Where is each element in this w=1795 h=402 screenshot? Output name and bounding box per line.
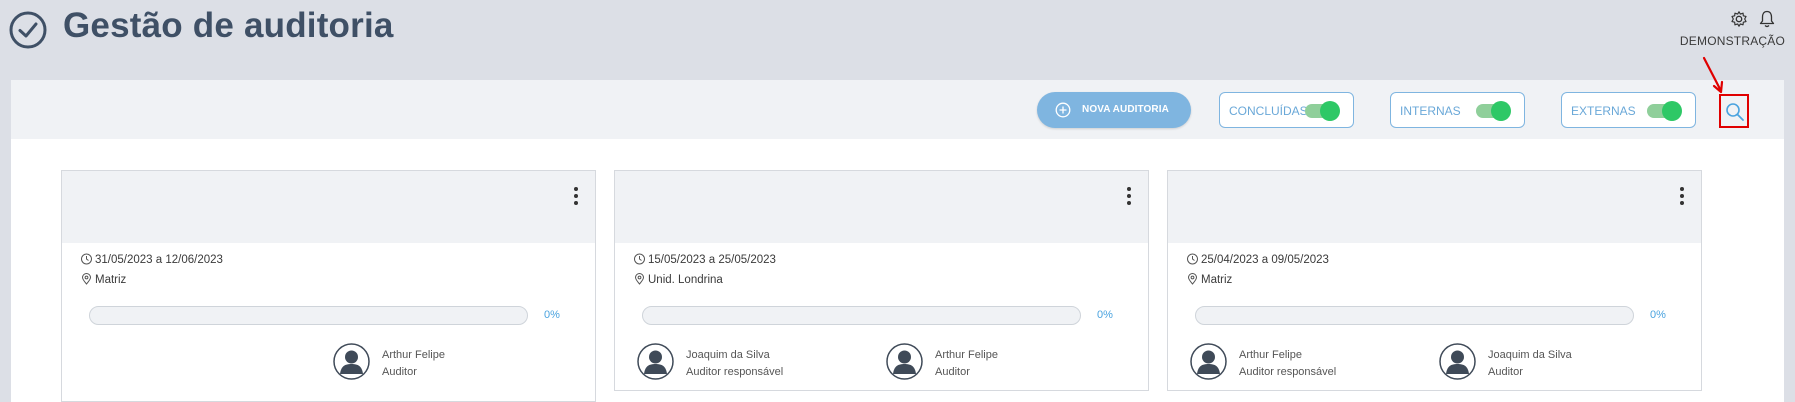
- location-text: Unid. Londrina: [648, 274, 723, 286]
- audit-dates: 31/05/2023 a 12/06/2023: [80, 253, 223, 266]
- user-name[interactable]: DEMONSTRAÇÃO: [1680, 34, 1785, 48]
- search-icon: [1726, 103, 1744, 121]
- person-name: Arthur Felipe: [935, 349, 998, 361]
- toggle-switch[interactable]: [1476, 101, 1511, 121]
- check-circle-icon: [9, 11, 47, 49]
- person-name: Arthur Felipe: [1239, 349, 1302, 361]
- location-pin-icon: [81, 273, 92, 285]
- card-header: [1168, 171, 1701, 243]
- person-role: Auditor responsável: [1239, 366, 1337, 378]
- person-name: Joaquim da Silva: [686, 349, 770, 361]
- progress-bar: [1195, 306, 1634, 325]
- audit-location: Matriz: [1186, 273, 1232, 286]
- more-options-icon[interactable]: [573, 187, 579, 209]
- bell-icon[interactable]: [1759, 10, 1775, 28]
- card-header: [62, 171, 595, 243]
- new-audit-button[interactable]: NOVA AUDITORIA: [1037, 92, 1191, 128]
- plus-circle-icon: [1055, 102, 1071, 118]
- progress-label: 0%: [544, 309, 560, 321]
- person-item: Arthur Felipe Auditor: [333, 343, 533, 383]
- clock-icon: [81, 253, 92, 265]
- page-title: Gestão de auditoria: [63, 6, 394, 45]
- audit-card[interactable]: 15/05/2023 a 25/05/2023 Unid. Londrina 0…: [614, 170, 1149, 391]
- progress-label: 0%: [1650, 309, 1666, 321]
- card-header: [615, 171, 1148, 243]
- avatar: [637, 343, 674, 380]
- person-name: Joaquim da Silva: [1488, 349, 1572, 361]
- location-text: Matriz: [95, 274, 127, 286]
- new-audit-label: NOVA AUDITORIA: [1082, 104, 1169, 115]
- search-button[interactable]: [1719, 94, 1749, 128]
- person-role: Auditor: [935, 366, 970, 378]
- toggle-concluidas[interactable]: CONCLUÍDAS: [1219, 92, 1354, 128]
- audit-dates: 15/05/2023 a 25/05/2023: [633, 253, 776, 266]
- dates-text: 15/05/2023 a 25/05/2023: [648, 254, 776, 266]
- clock-icon: [1187, 253, 1198, 265]
- audit-location: Matriz: [80, 273, 126, 286]
- gear-icon[interactable]: [1730, 10, 1748, 28]
- toggle-label: INTERNAS: [1400, 104, 1461, 118]
- person-item: Joaquim da Silva Auditor: [1439, 343, 1639, 383]
- toggle-switch[interactable]: [1647, 101, 1682, 121]
- toggle-internas[interactable]: INTERNAS: [1390, 92, 1525, 128]
- toggle-switch[interactable]: [1305, 101, 1340, 121]
- progress-bar: [642, 306, 1081, 325]
- person-role: Auditor: [1488, 366, 1523, 378]
- avatar: [886, 343, 923, 380]
- progress-bar: [89, 306, 528, 325]
- avatar: [333, 343, 370, 380]
- audit-card[interactable]: 25/04/2023 a 09/05/2023 Matriz 0% Arthur…: [1167, 170, 1702, 391]
- audit-location: Unid. Londrina: [633, 273, 723, 286]
- dates-text: 31/05/2023 a 12/06/2023: [95, 254, 223, 266]
- more-options-icon[interactable]: [1126, 187, 1132, 209]
- avatar: [1190, 343, 1227, 380]
- person-item: Arthur Felipe Auditor: [886, 343, 1086, 383]
- annotation-arrow: [1702, 56, 1724, 94]
- progress-label: 0%: [1097, 309, 1113, 321]
- person-role: Auditor: [382, 366, 417, 378]
- location-pin-icon: [1187, 273, 1198, 285]
- dates-text: 25/04/2023 a 09/05/2023: [1201, 254, 1329, 266]
- person-role: Auditor responsável: [686, 366, 784, 378]
- toggle-externas[interactable]: EXTERNAS: [1561, 92, 1696, 128]
- location-pin-icon: [634, 273, 645, 285]
- person-item: Joaquim da Silva Auditor responsável: [637, 343, 837, 383]
- audit-card[interactable]: 31/05/2023 a 12/06/2023 Matriz 0% Arthur…: [61, 170, 596, 402]
- location-text: Matriz: [1201, 274, 1233, 286]
- user-area: DEMONSTRAÇÃO: [1675, 8, 1785, 52]
- toggle-label: EXTERNAS: [1571, 104, 1636, 118]
- person-name: Arthur Felipe: [382, 349, 445, 361]
- clock-icon: [634, 253, 645, 265]
- toolbar: NOVA AUDITORIA CONCLUÍDAS INTERNAS EXTER…: [11, 80, 1784, 139]
- main-panel: NOVA AUDITORIA CONCLUÍDAS INTERNAS EXTER…: [11, 80, 1784, 402]
- avatar: [1439, 343, 1476, 380]
- toggle-label: CONCLUÍDAS: [1229, 104, 1308, 118]
- page-header: Gestão de auditoria DEMONSTRAÇÃO: [0, 0, 1795, 80]
- audit-dates: 25/04/2023 a 09/05/2023: [1186, 253, 1329, 266]
- more-options-icon[interactable]: [1679, 187, 1685, 209]
- person-item: Arthur Felipe Auditor responsável: [1190, 343, 1390, 383]
